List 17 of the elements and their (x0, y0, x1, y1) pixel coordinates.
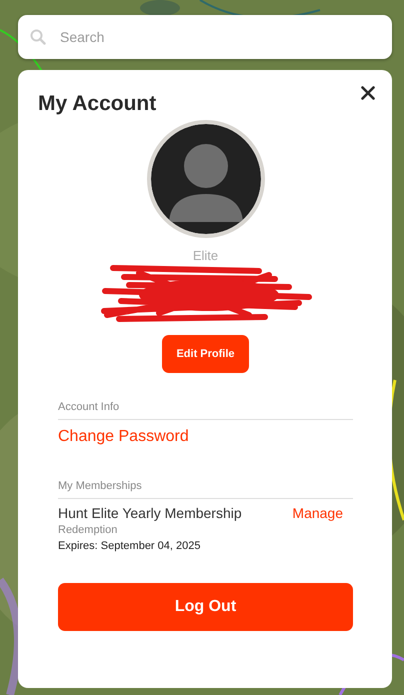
log-out-button[interactable]: Log Out (58, 583, 353, 631)
close-icon (361, 86, 375, 100)
expiry-date: Expires: September 04, 2025 (58, 540, 200, 552)
section-heading: My Memberships (58, 480, 353, 499)
panel-title: My Account (38, 92, 156, 116)
section-heading: Account Info (58, 401, 353, 420)
search-icon (30, 29, 46, 45)
edit-profile-button[interactable]: Edit Profile (162, 335, 249, 373)
tier-label: Elite (192, 248, 218, 263)
membership-source: Redemption (58, 524, 118, 536)
search-bar[interactable]: Search (18, 15, 392, 59)
manage-link[interactable]: Manage (292, 505, 343, 521)
search-field[interactable]: Search (58, 28, 380, 46)
change-password-link[interactable]: Change Password (58, 428, 189, 446)
close-button[interactable] (361, 86, 375, 100)
avatar-icon (146, 120, 264, 238)
membership-name: Hunt Elite Yearly Membership (58, 505, 242, 521)
